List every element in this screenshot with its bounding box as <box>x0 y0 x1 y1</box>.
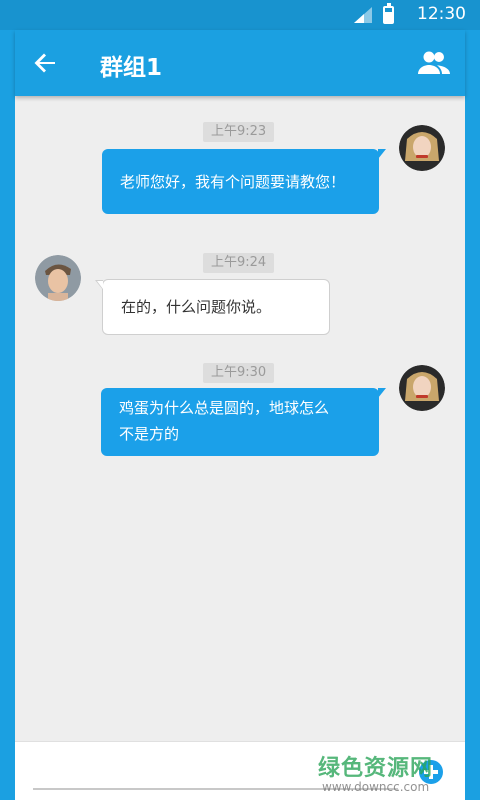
message-bubble-outgoing[interactable]: 老师您好，我有个问题要请教您！ <box>102 149 386 214</box>
message-text-line: 不是方的 <box>119 425 180 443</box>
message-text: 老师您好，我有个问题要请教您！ <box>120 173 346 191</box>
avatar-contact[interactable] <box>35 255 81 301</box>
message-text-line: 鸡蛋为什么总是圆的，地球怎么 <box>119 399 330 417</box>
group-members-icon[interactable] <box>418 48 450 78</box>
screen: 12:30 群组1 上午9:23 老师您好，我有个问题要请教您！ 上午9:24 … <box>0 0 480 800</box>
message-time: 上午9:23 <box>203 122 275 142</box>
message-time: 上午9:30 <box>203 363 275 383</box>
chat-area[interactable]: 上午9:23 老师您好，我有个问题要请教您！ 上午9:24 在的，什么问题你说。… <box>15 96 465 741</box>
message-text: 在的，什么问题你说。 <box>121 298 272 316</box>
avatar-self[interactable] <box>399 365 445 411</box>
battery-icon <box>383 3 394 24</box>
add-icon[interactable] <box>419 760 443 784</box>
message-input[interactable] <box>33 754 398 790</box>
input-bar <box>15 741 465 800</box>
message-time: 上午9:24 <box>203 253 275 273</box>
page-title: 群组1 <box>100 55 163 81</box>
app-bar: 群组1 <box>15 30 465 96</box>
status-bar: 12:30 <box>0 0 480 30</box>
signal-icon <box>354 7 372 23</box>
status-time: 12:30 <box>417 4 466 24</box>
message-bubble-incoming[interactable]: 在的，什么问题你说。 <box>95 279 330 335</box>
message-bubble-outgoing[interactable]: 鸡蛋为什么总是圆的，地球怎么 不是方的 <box>101 388 386 456</box>
back-arrow-icon[interactable] <box>29 47 61 79</box>
avatar-self[interactable] <box>399 125 445 171</box>
